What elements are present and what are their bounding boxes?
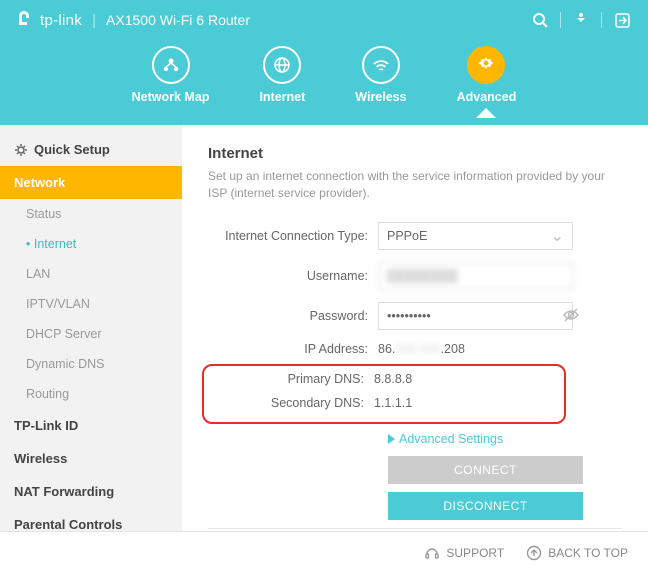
sidebar-sub-dhcp-server[interactable]: DHCP Server (0, 319, 182, 349)
sidebar-sub-dynamic-dns[interactable]: Dynamic DNS (0, 349, 182, 379)
sidebar-sub-lan[interactable]: LAN (0, 259, 182, 289)
link-label: Advanced Settings (399, 432, 503, 446)
main-content: Internet Set up an internet connection w… (182, 125, 648, 531)
select-connection-type[interactable]: PPPoE ⌄ (378, 222, 573, 250)
logout-icon[interactable] (610, 8, 634, 32)
connect-button[interactable]: CONNECT (388, 456, 583, 484)
tab-label: Internet (259, 90, 305, 104)
row-connection-type: Internet Connection Type: PPPoE ⌄ (208, 222, 622, 250)
row-ip-address: IP Address: 86.000.000.208 (208, 342, 622, 356)
gear-icon (14, 143, 28, 157)
label-secondary-dns: Secondary DNS: (204, 396, 374, 410)
header-divider: | (92, 12, 96, 29)
sidebar-sub-iptv-vlan[interactable]: IPTV/VLAN (0, 289, 182, 319)
app-body: Quick Setup Network Status Internet LAN … (0, 125, 648, 531)
arrow-up-circle-icon (526, 545, 542, 561)
search-icon[interactable] (528, 8, 552, 32)
tab-wireless[interactable]: Wireless (355, 46, 406, 104)
input-password[interactable] (378, 302, 573, 330)
tab-advanced[interactable]: Advanced (457, 46, 517, 104)
advanced-settings-link[interactable]: Advanced Settings (388, 432, 622, 446)
footer: SUPPORT BACK TO TOP (0, 531, 648, 573)
dns-highlight-box: Primary DNS: 8.8.8.8 Secondary DNS: 1.1.… (202, 364, 566, 424)
back-to-top-link[interactable]: BACK TO TOP (526, 545, 628, 561)
select-value: PPPoE (387, 229, 427, 243)
product-name: AX1500 Wi-Fi 6 Router (106, 12, 250, 28)
headset-icon (424, 545, 440, 561)
toggle-password-visibility-icon[interactable] (562, 306, 580, 329)
value-secondary-dns: 1.1.1.1 (374, 396, 564, 410)
sidebar-sub-status[interactable]: Status (0, 199, 182, 229)
sidebar-label: Quick Setup (34, 142, 110, 157)
value-ip-address: 86.000.000.208 (378, 342, 622, 356)
disconnect-button[interactable]: DISCONNECT (388, 492, 583, 520)
section-title: Internet (208, 145, 622, 162)
header-separator (601, 12, 602, 28)
app-header: tp-link | AX1500 Wi-Fi 6 Router Network … (0, 0, 648, 125)
support-link[interactable]: SUPPORT (424, 545, 504, 561)
brand-logo: tp-link (14, 10, 82, 30)
tab-label: Wireless (355, 90, 406, 104)
section-description: Set up an internet connection with the s… (208, 168, 622, 202)
input-username[interactable] (378, 262, 573, 290)
main-tabs: Network Map Internet Wireless Advanced (0, 40, 648, 104)
label-connection-type: Internet Connection Type: (208, 229, 378, 243)
sidebar-sub-internet[interactable]: Internet (0, 229, 182, 259)
sidebar-item-tplink-id[interactable]: TP-Link ID (0, 409, 182, 442)
label-primary-dns: Primary DNS: (204, 372, 374, 386)
label-username: Username: (208, 269, 378, 283)
tab-label: Network Map (132, 90, 210, 104)
sidebar-sub-routing[interactable]: Routing (0, 379, 182, 409)
header-top-bar: tp-link | AX1500 Wi-Fi 6 Router (0, 0, 648, 40)
brand-name: tp-link (40, 12, 82, 29)
upgrade-icon[interactable] (569, 8, 593, 32)
header-actions (528, 8, 634, 32)
footer-label: SUPPORT (446, 546, 504, 560)
row-secondary-dns: Secondary DNS: 1.1.1.1 (204, 396, 564, 410)
sidebar-item-nat-forwarding[interactable]: NAT Forwarding (0, 475, 182, 508)
footer-label: BACK TO TOP (548, 546, 628, 560)
tplink-logo-icon (14, 10, 34, 30)
value-primary-dns: 8.8.8.8 (374, 372, 564, 386)
sidebar-item-network[interactable]: Network (0, 166, 182, 199)
tab-label: Advanced (457, 90, 517, 104)
mac-clone-title: MAC Clone (208, 528, 622, 531)
sidebar-item-wireless[interactable]: Wireless (0, 442, 182, 475)
label-ip-address: IP Address: (208, 342, 378, 356)
chevron-down-icon: ⌄ (551, 226, 564, 246)
sidebar-item-parental-controls[interactable]: Parental Controls (0, 508, 182, 531)
sidebar-item-quick-setup[interactable]: Quick Setup (0, 133, 182, 166)
triangle-right-icon (388, 434, 395, 444)
tab-network-map[interactable]: Network Map (132, 46, 210, 104)
tab-internet[interactable]: Internet (259, 46, 305, 104)
sidebar-label: Network (14, 175, 65, 190)
label-password: Password: (208, 309, 378, 323)
header-separator (560, 12, 561, 28)
row-password: Password: (208, 302, 622, 330)
sidebar: Quick Setup Network Status Internet LAN … (0, 125, 182, 531)
row-username: Username: (208, 262, 622, 290)
row-primary-dns: Primary DNS: 8.8.8.8 (204, 372, 564, 386)
